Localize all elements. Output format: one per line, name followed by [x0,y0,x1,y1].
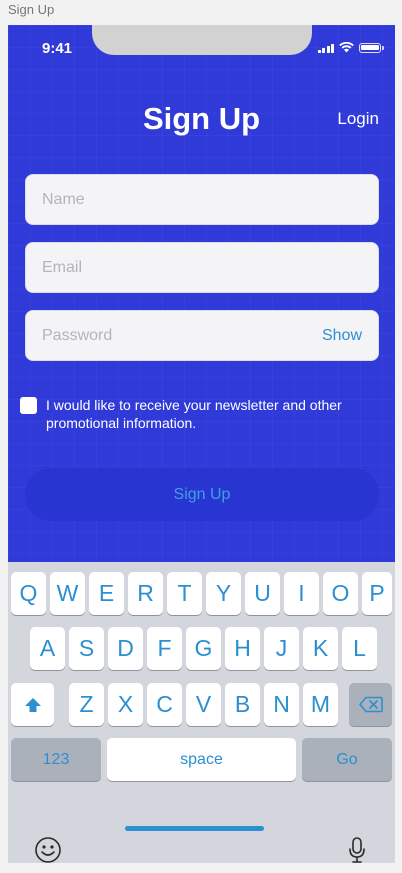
keyboard-row-4: 123 space Go [8,738,395,781]
email-placeholder: Email [42,258,83,276]
home-indicator [125,826,264,831]
show-password-button[interactable]: Show [322,327,362,345]
status-time: 9:41 [42,40,73,57]
keyboard-row-3: Z X C V B N M [8,683,395,726]
key-k[interactable]: K [303,627,338,670]
key-x[interactable]: X [108,683,143,726]
key-p[interactable]: P [362,572,392,615]
key-t[interactable]: T [167,572,202,615]
key-g[interactable]: G [186,627,221,670]
backspace-icon [358,696,383,713]
keyboard-row-2: A S D F G H J K L [8,627,395,670]
newsletter-option: I would like to receive your newsletter … [20,396,380,432]
space-key[interactable]: space [107,738,296,781]
key-e[interactable]: E [89,572,124,615]
shift-icon [24,697,41,712]
key-n[interactable]: N [264,683,299,726]
key-f[interactable]: F [147,627,182,670]
key-i[interactable]: I [284,572,319,615]
newsletter-checkbox[interactable] [20,397,37,414]
key-o[interactable]: O [323,572,358,615]
wifi-icon [339,42,354,53]
name-placeholder: Name [42,190,85,208]
key-s[interactable]: S [69,627,104,670]
key-h[interactable]: H [225,627,260,670]
frame-label: Sign Up [8,2,55,17]
numbers-key[interactable]: 123 [11,738,101,781]
key-m[interactable]: M [303,683,338,726]
shift-key[interactable] [11,683,54,726]
key-b[interactable]: B [225,683,260,726]
keyboard-row-1: Q W E R T Y U I O P [8,572,395,615]
phone-screen: 9:41 Sign Up Login Name Email Password S… [8,25,395,863]
device-notch [92,25,312,55]
key-w[interactable]: W [50,572,85,615]
microphone-icon[interactable] [348,836,366,863]
key-d[interactable]: D [108,627,143,670]
key-y[interactable]: Y [206,572,241,615]
key-l[interactable]: L [342,627,377,670]
status-icons [317,42,384,53]
key-z[interactable]: Z [69,683,104,726]
key-j[interactable]: J [264,627,299,670]
key-r[interactable]: R [128,572,163,615]
key-u[interactable]: U [245,572,280,615]
sign-up-button[interactable]: Sign Up [25,468,379,521]
emoji-icon[interactable] [34,836,62,863]
name-field[interactable]: Name [25,174,379,225]
delete-key[interactable] [349,683,392,726]
key-q[interactable]: Q [11,572,46,615]
key-c[interactable]: C [147,683,182,726]
go-key[interactable]: Go [302,738,392,781]
login-link[interactable]: Login [337,109,379,129]
password-field[interactable]: Password Show [25,310,379,361]
key-v[interactable]: V [186,683,221,726]
email-field[interactable]: Email [25,242,379,293]
newsletter-label: I would like to receive your newsletter … [46,397,342,431]
signal-icon [317,43,334,53]
key-a[interactable]: A [30,627,65,670]
battery-icon [359,42,384,53]
keyboard: Q W E R T Y U I O P A S D F G H J K L Z … [8,562,395,863]
password-placeholder: Password [42,326,113,344]
